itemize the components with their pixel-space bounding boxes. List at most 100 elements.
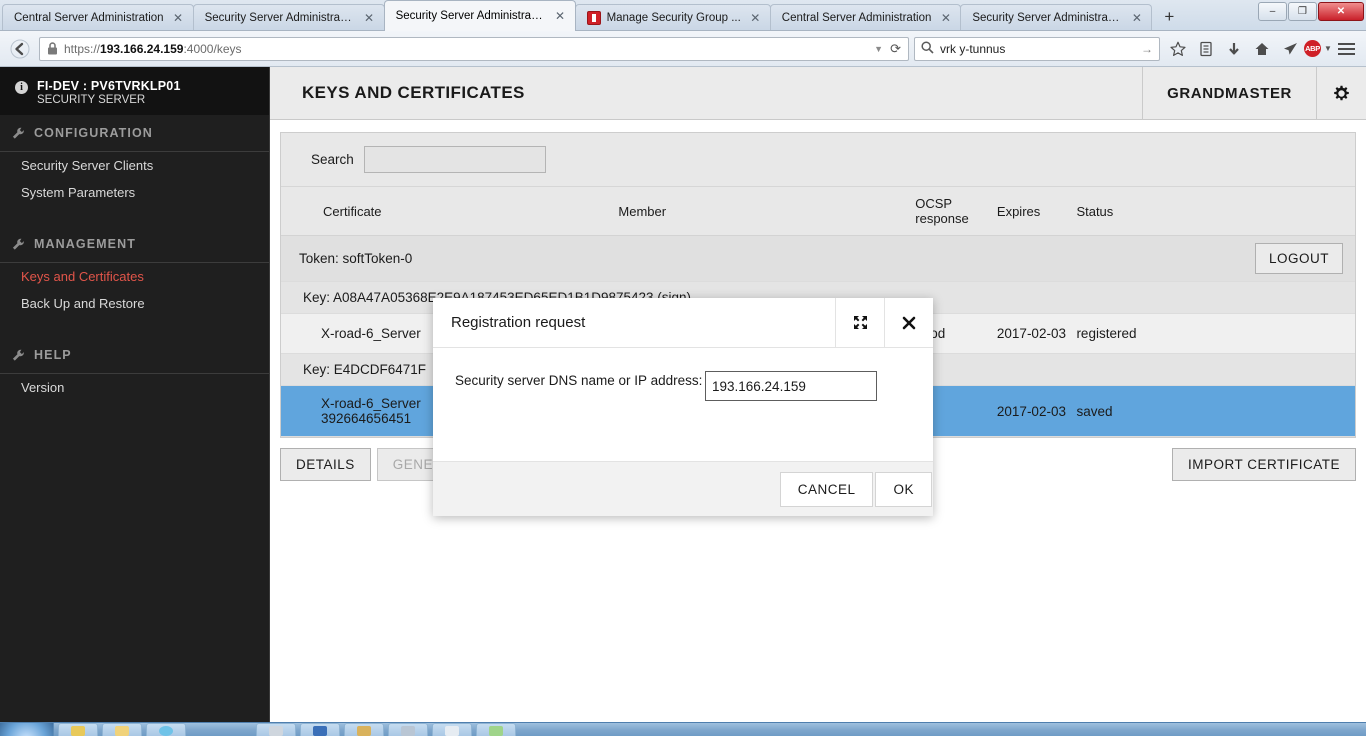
- taskbar-item[interactable]: [476, 723, 516, 736]
- reload-icon[interactable]: ⟳: [890, 41, 903, 57]
- home-icon[interactable]: [1248, 35, 1276, 63]
- page-content: i FI-DEV : PV6TVRKLP01 SECURITY SERVER C…: [0, 66, 1366, 722]
- taskbar-item[interactable]: [146, 723, 186, 736]
- wrench-icon: [12, 349, 25, 362]
- sidebar-section-management: MANAGEMENT: [0, 226, 269, 263]
- sidebar-item-security-server-clients[interactable]: Security Server Clients: [0, 152, 269, 179]
- column-actions: [1254, 187, 1355, 236]
- sidebar-section-label: HELP: [34, 348, 72, 362]
- action-bar-right: IMPORT CERTIFICATE: [1171, 448, 1356, 481]
- url-text: https://193.166.24.159:4000/keys: [64, 41, 242, 56]
- tab-close-icon[interactable]: ✕: [362, 11, 377, 26]
- cell-expires: 2017-02-03: [996, 385, 1077, 437]
- browser-window: Central Server Administration ✕ Security…: [0, 0, 1366, 722]
- url-bar[interactable]: https://193.166.24.159:4000/keys ▼ ⟳: [39, 36, 909, 61]
- chevron-down-icon[interactable]: ▼: [1324, 44, 1332, 53]
- bookmark-star-icon[interactable]: [1164, 35, 1192, 63]
- taskbar-item[interactable]: [102, 723, 142, 736]
- sidebar-item-keys-and-certificates[interactable]: Keys and Certificates: [0, 263, 269, 290]
- table-row-token[interactable]: Token: softToken-0 LOGOUT: [281, 235, 1355, 282]
- details-button[interactable]: DETAILS: [280, 448, 371, 481]
- column-status[interactable]: Status: [1076, 187, 1255, 236]
- taskbar-item[interactable]: [388, 723, 428, 736]
- tab-title: Security Server Administration: [972, 12, 1123, 24]
- tab-close-icon[interactable]: ✕: [1129, 11, 1144, 26]
- dialog-title: Registration request: [451, 314, 586, 331]
- tab-close-icon[interactable]: ✕: [938, 11, 953, 26]
- table-header: Certificate Member OCSP response Expires…: [281, 187, 1355, 236]
- tab-title: Security Server Administration: [204, 12, 355, 24]
- cell-actions: [1254, 313, 1355, 354]
- token-label: Token: softToken-0: [281, 235, 1255, 282]
- taskbar-item[interactable]: [344, 723, 384, 736]
- url-dropdown-icon[interactable]: ▼: [867, 44, 890, 54]
- start-button[interactable]: [0, 723, 54, 736]
- sidebar-item-back-up-and-restore[interactable]: Back Up and Restore: [0, 290, 269, 317]
- dialog-footer: CANCEL OK: [433, 461, 933, 516]
- cell-status: registered: [1076, 313, 1255, 354]
- tab-title: Central Server Administration: [14, 12, 164, 24]
- main-area: KEYS AND CERTIFICATES GRANDMASTER Search: [270, 66, 1366, 722]
- downloads-icon[interactable]: [1220, 35, 1248, 63]
- lock-icon: [47, 42, 58, 55]
- tab-close-icon[interactable]: ✕: [553, 9, 568, 24]
- logout-button[interactable]: LOGOUT: [1254, 243, 1343, 274]
- browser-tab[interactable]: Central Server Administration ✕: [2, 4, 194, 31]
- main-header: KEYS AND CERTIFICATES GRANDMASTER: [270, 66, 1366, 120]
- column-certificate[interactable]: Certificate: [281, 187, 619, 236]
- current-user: GRANDMASTER: [1142, 66, 1316, 120]
- library-icon[interactable]: [1192, 35, 1220, 63]
- sidebar-section-label: MANAGEMENT: [34, 237, 136, 251]
- browser-tab[interactable]: Central Server Administration ✕: [769, 4, 962, 31]
- info-icon: i: [15, 81, 28, 94]
- tab-close-icon[interactable]: ✕: [748, 11, 763, 26]
- tab-close-icon[interactable]: ✕: [171, 11, 186, 26]
- sidebar-item-system-parameters[interactable]: System Parameters: [0, 179, 269, 206]
- cell-actions: [1254, 385, 1355, 437]
- taskbar-item[interactable]: [58, 723, 98, 736]
- browser-tab[interactable]: Manage Security Group ... ✕: [574, 4, 771, 31]
- column-expires[interactable]: Expires: [996, 187, 1077, 236]
- restore-button[interactable]: ❐: [1288, 2, 1317, 21]
- pocket-send-icon[interactable]: [1276, 35, 1304, 63]
- column-member[interactable]: Member: [618, 187, 916, 236]
- column-ocsp-response[interactable]: OCSP response: [915, 187, 997, 236]
- adblock-plus-icon[interactable]: ABP ▼: [1304, 35, 1332, 63]
- registration-request-dialog: Registration request Security server DNS…: [433, 298, 933, 516]
- minimize-button[interactable]: –: [1258, 2, 1287, 21]
- search-input[interactable]: [363, 146, 546, 173]
- server-name: FI-DEV : PV6TVRKLP01: [37, 79, 181, 93]
- close-icon[interactable]: [884, 298, 933, 347]
- close-window-button[interactable]: ✕: [1318, 2, 1364, 21]
- cancel-button[interactable]: CANCEL: [779, 471, 874, 507]
- dialog-title-bar: Registration request: [433, 298, 933, 348]
- taskbar-item[interactable]: [256, 723, 296, 736]
- sidebar-section-help: HELP: [0, 337, 269, 374]
- browser-tab-active[interactable]: Security Server Administration ✕: [383, 0, 576, 31]
- taskbar-item[interactable]: [432, 723, 472, 736]
- expand-icon[interactable]: [835, 298, 884, 347]
- browser-tab[interactable]: Security Server Administration ✕: [960, 4, 1153, 31]
- ocsp-line2: response: [915, 211, 969, 226]
- import-certificate-button[interactable]: IMPORT CERTIFICATE: [1171, 448, 1356, 481]
- browser-search-bar[interactable]: vrk y-tunnus →: [914, 36, 1160, 61]
- tab-favicon-icon: [586, 11, 601, 25]
- token-actions: LOGOUT: [1254, 235, 1355, 282]
- abp-badge: ABP: [1304, 40, 1322, 57]
- browser-tab[interactable]: Security Server Administration ✕: [192, 4, 385, 31]
- tab-strip: Central Server Administration ✕ Security…: [0, 0, 1366, 31]
- new-tab-button[interactable]: +: [1155, 4, 1183, 31]
- dns-or-ip-input[interactable]: [705, 371, 877, 401]
- search-go-icon[interactable]: →: [1141, 42, 1153, 56]
- ok-button[interactable]: OK: [875, 471, 932, 507]
- hamburger-menu-icon[interactable]: [1332, 35, 1360, 63]
- sidebar-item-version[interactable]: Version: [0, 374, 269, 401]
- cell-status: saved: [1076, 385, 1255, 437]
- dns-field-label: Security server DNS name or IP address:: [455, 373, 703, 388]
- taskbar-item[interactable]: [300, 723, 340, 736]
- search-icon: [921, 40, 934, 57]
- window-controls: – ❐ ✕: [1258, 2, 1364, 21]
- back-button[interactable]: [6, 35, 34, 63]
- gear-icon[interactable]: [1316, 66, 1366, 120]
